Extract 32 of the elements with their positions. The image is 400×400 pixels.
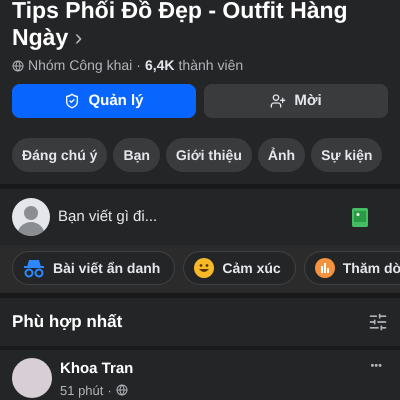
bar-chart-icon <box>314 258 335 278</box>
group-privacy: Nhóm Công khai <box>28 56 132 75</box>
tab-chip[interactable]: Sự kiện <box>311 138 382 172</box>
sort-label: Phù hợp nhất <box>12 311 122 334</box>
post-option-chip[interactable]: Bài viết ẩn danh <box>12 251 176 285</box>
author-avatar <box>12 358 52 398</box>
member-count: 6,4K <box>144 56 175 75</box>
shield-icon <box>64 93 80 109</box>
globe-icon <box>12 60 24 72</box>
more-button[interactable]: ••• <box>370 358 382 374</box>
manage-button[interactable]: Quản lý <box>12 84 196 118</box>
tab-chip[interactable]: Giới thiệu <box>166 138 252 172</box>
avatar-icon <box>12 198 50 236</box>
member-label: thành viên <box>178 56 244 75</box>
post-option-chip[interactable]: Cảm xúc <box>183 251 296 285</box>
tab-chip[interactable]: Đáng chú ý <box>12 138 108 172</box>
incognito-icon <box>23 258 45 278</box>
tab-chip[interactable]: Ảnh <box>258 138 306 172</box>
add-person-icon <box>270 93 286 109</box>
tab-chip[interactable]: Bạn <box>113 138 160 172</box>
filter-icon[interactable] <box>368 312 388 332</box>
globe-icon <box>116 384 128 396</box>
separator: · <box>136 56 141 75</box>
photo-icon[interactable] <box>352 208 368 226</box>
composer-field[interactable]: Bạn viết gì đi... <box>58 206 352 228</box>
group-title: Tips Phối Đồ Đẹp - Outfit Hàng Ngày › <box>12 0 349 51</box>
author-name[interactable]: Khoa Tran <box>60 358 370 380</box>
smiley-icon <box>194 258 214 278</box>
separator: · <box>107 382 112 400</box>
chevron-icon[interactable]: › <box>74 24 82 50</box>
invite-button[interactable]: Mời <box>204 84 388 118</box>
post-time: 51 phút <box>60 382 104 400</box>
